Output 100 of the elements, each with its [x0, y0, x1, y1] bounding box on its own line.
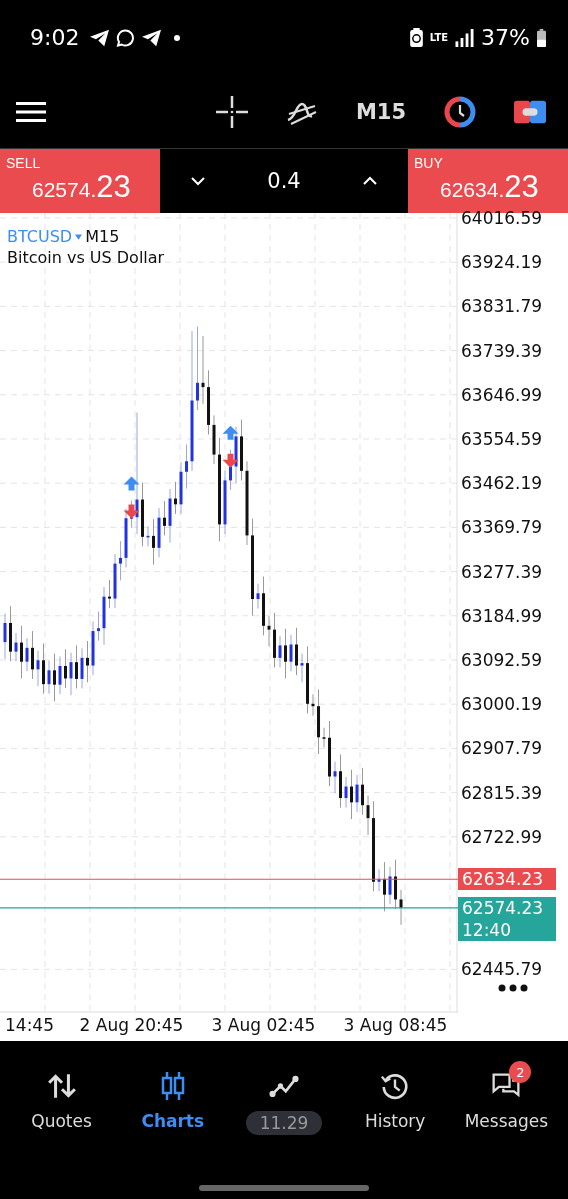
candle: [339, 754, 342, 809]
price-axis-label: 63184.99: [461, 604, 543, 627]
candle: [80, 647, 84, 689]
candle: [240, 419, 243, 481]
decrease-icon[interactable]: [190, 176, 207, 186]
candle: [69, 652, 73, 696]
candle: [152, 518, 155, 566]
candle: [113, 553, 117, 609]
candle: [207, 369, 210, 435]
candle: [223, 470, 227, 535]
candle: [212, 414, 216, 465]
price-axis-label: 63092.59: [461, 648, 543, 671]
time-axis-label: 2 Aug 20:45: [79, 1015, 184, 1035]
candle: [157, 507, 161, 558]
menu-icon[interactable]: [16, 100, 46, 123]
candle: [36, 650, 40, 687]
candle: [262, 576, 265, 636]
candle: [25, 637, 29, 672]
crosshair-icon[interactable]: [215, 95, 248, 128]
nav-tab[interactable]: 11.29: [235, 1057, 332, 1135]
candle: [311, 693, 315, 717]
price-axis-label: 63462.19: [461, 472, 543, 495]
battery-percent: 37%: [481, 25, 530, 50]
notification-badge: 2: [509, 1061, 532, 1083]
candle: [350, 769, 353, 820]
candle: [47, 660, 51, 695]
battery-saver-icon: [409, 28, 423, 47]
candle: [130, 500, 133, 529]
candle: [317, 688, 320, 755]
candle: [355, 774, 359, 813]
price-axis-label: 63646.99: [461, 383, 543, 406]
candle: [185, 444, 188, 490]
price-axis-label: 62722.99: [461, 825, 543, 848]
candle: [383, 861, 386, 912]
candle: [163, 500, 166, 536]
candle: [14, 632, 18, 662]
up-arrow-icon: [222, 425, 239, 440]
dropdown-icon[interactable]: [75, 233, 83, 240]
candle: [388, 866, 392, 905]
price-axis-label: 62907.79: [461, 737, 543, 760]
candle: [328, 720, 331, 787]
time-axis-label: 3 Aug 08:45: [343, 1015, 448, 1035]
timeframe-label: M15: [85, 227, 120, 246]
candle: [86, 640, 89, 683]
candle: [97, 610, 100, 642]
down-arrow-icon: [123, 504, 140, 519]
candle: [278, 635, 282, 668]
battery-icon: [537, 27, 546, 48]
candle: [322, 727, 326, 748]
candle: [201, 335, 205, 405]
candle: [3, 612, 7, 660]
sell-button[interactable]: SELL 62574.23: [0, 149, 160, 213]
candle: [295, 627, 298, 676]
candle: [168, 488, 172, 544]
nav-tab[interactable]: History: [347, 1057, 444, 1135]
candle: [333, 761, 337, 794]
signal-icon: [455, 28, 475, 47]
price-axis-label: 63000.19: [461, 693, 543, 716]
down-arrow-icon: [222, 453, 239, 468]
candle: [53, 653, 56, 702]
volume-value[interactable]: 0.4: [267, 169, 301, 193]
candle: [300, 653, 304, 683]
clock-icon[interactable]: [444, 95, 476, 128]
candle: [42, 643, 45, 695]
price-axis-label: 63554.59: [461, 427, 543, 450]
timeframe-button[interactable]: M15: [355, 99, 406, 124]
more-icon[interactable]: [497, 984, 529, 992]
symbol-description: Bitcoin vs US Dollar: [7, 248, 165, 267]
price-axis-label: 63277.39: [461, 560, 543, 583]
chat-bubble-icon: [116, 28, 136, 47]
price-axis-label: 63924.19: [461, 251, 543, 274]
candle: [273, 612, 276, 668]
candle: [119, 540, 122, 581]
candle: [306, 645, 309, 714]
candle: [9, 605, 12, 662]
candle: [58, 655, 62, 695]
time-axis-label: 14:45: [5, 1015, 54, 1035]
price-axis-label: 63831.79: [461, 295, 543, 318]
candle: [361, 767, 364, 816]
candle: [267, 615, 271, 647]
arrows-icon: [46, 1071, 77, 1101]
candle: [102, 586, 106, 646]
nav-tab[interactable]: Quotes: [13, 1057, 110, 1135]
time-axis-label: 3 Aug 02:45: [211, 1015, 316, 1035]
candle: [20, 625, 23, 679]
nav-tab[interactable]: 2 Messages: [458, 1057, 555, 1135]
candle: [289, 634, 293, 672]
price-axis-label: 62815.39: [461, 781, 543, 804]
nav-tab[interactable]: Charts: [124, 1057, 221, 1135]
candle: [146, 525, 150, 547]
paper-plane-icon: [90, 28, 110, 47]
candle: [124, 508, 128, 568]
candle: [229, 449, 232, 491]
increase-icon[interactable]: [361, 176, 378, 186]
candle: [75, 644, 78, 689]
price-axis-label: 62445.79: [461, 958, 543, 981]
candle: [377, 868, 381, 892]
candle: [256, 583, 260, 610]
paper-plane-icon: [142, 28, 162, 47]
candle: [91, 621, 95, 676]
